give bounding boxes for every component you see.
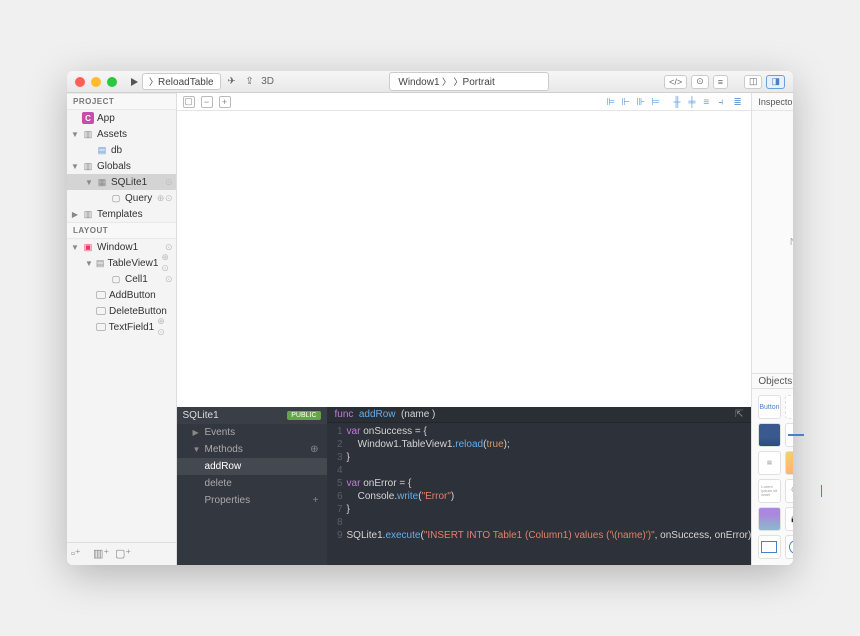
popout-icon[interactable]: ⇱ (735, 409, 743, 420)
distribute-icon-4[interactable]: ⫞ (718, 97, 730, 107)
3d-view-button[interactable]: 3D (261, 75, 275, 89)
inspector-body: Not Applicable (752, 111, 793, 373)
align-icon-2[interactable]: ⊩ (621, 97, 633, 107)
align-icon-3[interactable]: ⊪ (636, 97, 648, 107)
code-nav-events[interactable]: ▶Events (177, 424, 327, 441)
code-nav-delete[interactable]: delete (177, 475, 327, 492)
list-toggle-icon[interactable]: ≡ (713, 75, 728, 89)
code-signature: func addRow (name ) ⇱ (327, 407, 752, 423)
zoom-icon[interactable] (107, 77, 117, 87)
zoom-in-button[interactable]: + (219, 96, 231, 108)
tree-item-sqlite1[interactable]: ▼▦SQLite1⊙ (67, 174, 176, 190)
layout-section-header: LAYOUT (67, 222, 176, 239)
align-icon-4[interactable]: ⊨ (651, 97, 663, 107)
breadcrumb[interactable]: Window1 〉 〉Portrait (389, 72, 549, 91)
tree-item-tableview1[interactable]: ▼▤TableView1⊕ ⊙ (67, 255, 176, 271)
titlebar: 〉ReloadTable ✈ ⇪ 3D Window1 〉 〉Portrait … (67, 71, 793, 93)
code-nav-properties[interactable]: Properties+ (177, 492, 327, 509)
add-method-icon[interactable]: ⊕ (310, 444, 318, 455)
tree-item-globals[interactable]: ▼▥Globals (67, 158, 176, 174)
object-oval[interactable] (785, 535, 793, 559)
tree-item-db[interactable]: ▤db (67, 142, 176, 158)
close-icon[interactable] (75, 77, 85, 87)
object-rectangle[interactable] (758, 535, 780, 559)
new-file-icon[interactable]: ▫⁺ (71, 547, 87, 561)
objects-title: Objects (758, 376, 792, 387)
tree-item-app[interactable]: CApp (67, 110, 176, 126)
distribute-icon-1[interactable]: ╫ (673, 97, 685, 107)
left-panel-toggle[interactable]: ◫ (744, 75, 763, 89)
code-nav-header: SQLite1 PUBLIC (177, 407, 327, 424)
search-toggle-icon[interactable]: ⊙ (691, 75, 709, 89)
right-panel-toggle[interactable]: ◨ (766, 75, 785, 89)
distribute-icon-5[interactable]: ≣ (733, 97, 745, 107)
visibility-badge: PUBLIC (287, 411, 320, 420)
breadcrumb-layout: Portrait (463, 77, 495, 88)
object-tableview[interactable]: ▤ (758, 451, 780, 475)
canvas-toolbar: ▢ − + ⊫ ⊩ ⊪ ⊨ ╫ ╪ ≡ ⫞ ≣ (177, 93, 752, 111)
object-camera[interactable]: 📷 (785, 507, 793, 531)
app-window: 〉ReloadTable ✈ ⇪ 3D Window1 〉 〉Portrait … (67, 71, 793, 565)
object-collection[interactable] (785, 451, 793, 475)
object-thumbnail[interactable] (758, 507, 780, 531)
inspector-panel: Inspector ▤ ▭ ⎙ 📎 ✲ Not Applicable Objec… (751, 93, 793, 565)
project-sidebar: PROJECT CApp ▼▥Assets ▤db ▼▥Globals ▼▦SQ… (67, 93, 177, 565)
tree-item-query[interactable]: ▢Query⊕ ⊙ (67, 190, 176, 206)
new-query-icon[interactable]: ▢⁺ (115, 547, 131, 561)
objects-library: Button Label ✲ - + Oct11 2015 ▤ 🧭 A a ⇧ … (752, 389, 793, 565)
minimize-icon[interactable] (91, 77, 101, 87)
tree-item-textfield1[interactable]: TextField1⊕ ⊙ (67, 319, 176, 335)
orientation-button[interactable]: ▢ (183, 96, 195, 108)
code-nav-methods[interactable]: ▼Methods⊕ (177, 441, 327, 458)
tree-item-assets[interactable]: ▼▥Assets (67, 126, 176, 142)
sidebar-footer: ▫⁺ ▥⁺ ▢⁺ (67, 542, 176, 565)
tree-item-cell1[interactable]: ▢Cell1⊙ (67, 271, 176, 287)
object-slider[interactable] (785, 423, 793, 447)
inspector-title: Inspector (758, 97, 793, 107)
code-panel: SQLite1 PUBLIC ▶Events ▼Methods⊕ addRow … (177, 407, 752, 565)
code-nav-addrow[interactable]: addRow (177, 458, 327, 475)
object-searchbar[interactable]: 🔍 (785, 479, 793, 503)
code-toggle-icon[interactable]: </> (664, 75, 687, 89)
distribute-icon-2[interactable]: ╪ (688, 97, 700, 107)
package-icon[interactable]: ⇪ (243, 75, 257, 89)
breadcrumb-window: Window1 (398, 77, 439, 88)
distribute-icon-3[interactable]: ≡ (703, 97, 715, 107)
align-icon-1[interactable]: ⊫ (606, 97, 618, 107)
tree-item-addbutton[interactable]: AddButton (67, 287, 176, 303)
project-section-header: PROJECT (67, 93, 176, 110)
design-canvas[interactable] (177, 111, 752, 407)
object-textview[interactable]: Lorem ipsum sit amet (758, 479, 780, 503)
tree-item-window1[interactable]: ▼▣Window1⊙ (67, 239, 176, 255)
send-icon[interactable]: ✈ (225, 75, 239, 89)
object-view[interactable] (785, 395, 793, 419)
tree-item-templates[interactable]: ▶▥Templates (67, 206, 176, 222)
code-navigator: SQLite1 PUBLIC ▶Events ▼Methods⊕ addRow … (177, 407, 327, 565)
object-imageview[interactable] (758, 423, 780, 447)
object-button[interactable]: Button (758, 395, 780, 419)
new-folder-icon[interactable]: ▥⁺ (93, 547, 109, 561)
zoom-out-button[interactable]: − (201, 96, 213, 108)
run-target-select[interactable]: 〉ReloadTable (142, 73, 221, 90)
run-button[interactable] (131, 78, 138, 86)
code-editor[interactable]: 123456789 var onSuccess = { Window1.Tabl… (327, 423, 752, 565)
